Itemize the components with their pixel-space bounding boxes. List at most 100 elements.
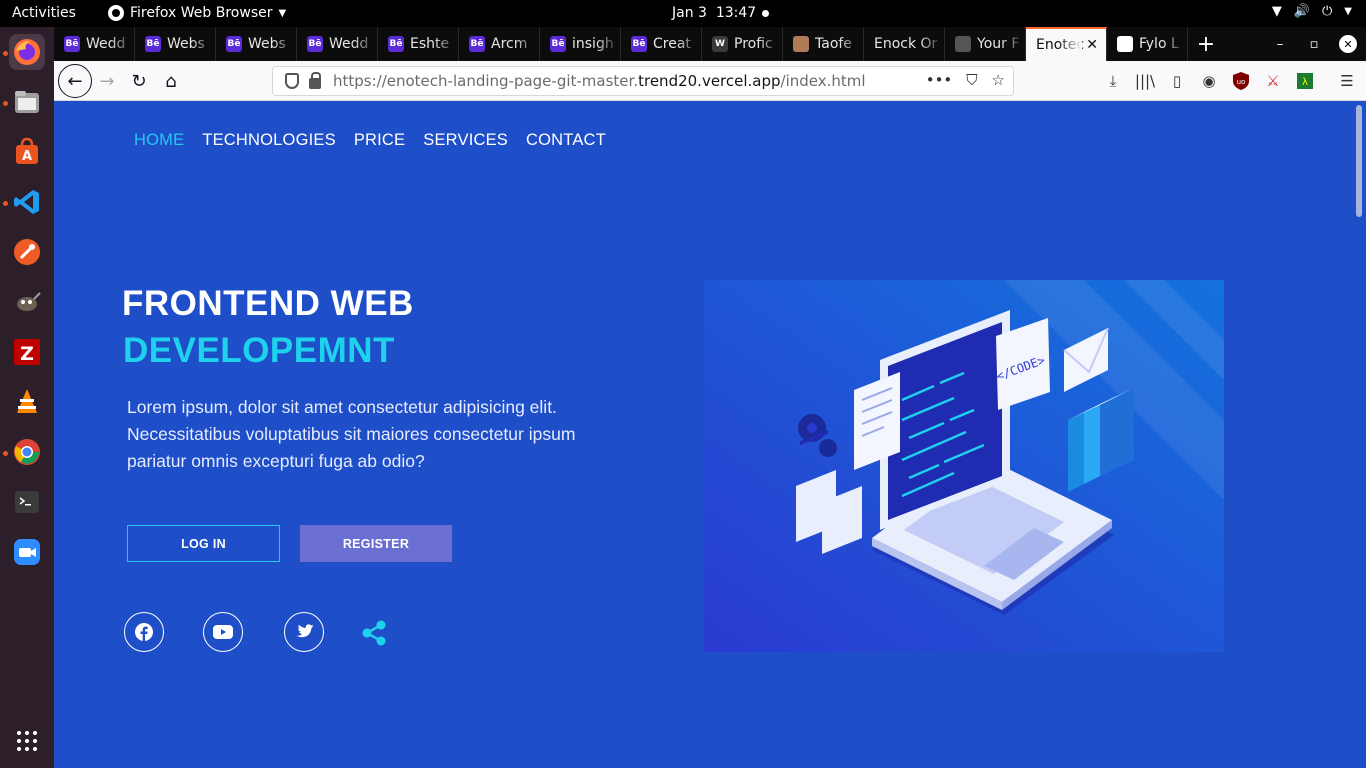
register-button[interactable]: REGISTER — [300, 525, 452, 562]
dock-files[interactable] — [9, 84, 45, 120]
tab-favicon-icon: Bē — [469, 36, 485, 52]
tracking-shield-icon[interactable] — [285, 73, 299, 89]
dock-chrome[interactable] — [9, 434, 45, 470]
system-tray[interactable]: ▼ 🔊 ⏻ ▼ — [1272, 4, 1352, 19]
youtube-link[interactable] — [203, 612, 243, 652]
browser-tab[interactable]: Enock Or — [864, 27, 945, 61]
login-button[interactable]: LOG IN — [127, 525, 280, 562]
back-button[interactable]: ← — [58, 64, 92, 98]
dock-software[interactable]: A — [9, 134, 45, 170]
facebook-icon — [135, 623, 153, 641]
tab-label: insigh — [572, 36, 614, 52]
app-menu[interactable]: Firefox Web Browser ▼ — [108, 5, 286, 21]
nav-technologies[interactable]: TECHNOLOGIES — [202, 131, 336, 150]
tab-favicon-icon — [955, 36, 971, 52]
tab-favicon-icon: Bē — [388, 36, 404, 52]
dock-gimp[interactable] — [9, 284, 45, 320]
extension-button-2[interactable]: λ — [1294, 70, 1316, 92]
chevron-down-icon: ▼ — [278, 7, 287, 19]
nav-services[interactable]: SERVICES — [423, 131, 508, 150]
svg-text:Z: Z — [20, 343, 34, 365]
downloads-button[interactable]: ⤓ — [1102, 70, 1124, 92]
chevron-down-icon: ▼ — [1344, 6, 1352, 17]
extension-button[interactable]: ⚔ — [1262, 70, 1284, 92]
facebook-link[interactable] — [124, 612, 164, 652]
new-tab-button[interactable]: + — [1188, 27, 1224, 61]
sidebar-button[interactable]: ▯ — [1166, 70, 1188, 92]
hamburger-icon: ☰ — [1340, 72, 1354, 90]
nav-home[interactable]: HOME — [134, 131, 184, 150]
browser-tab[interactable]: Fylo L — [1107, 27, 1188, 61]
scrollbar-thumb[interactable] — [1356, 105, 1362, 217]
close-window-button[interactable]: ✕ — [1331, 27, 1365, 61]
browser-tab[interactable]: Bē Webs — [216, 27, 297, 61]
browser-tab[interactable]: W Profic — [702, 27, 783, 61]
clock[interactable]: Jan 3 13:47 — [672, 5, 756, 21]
tab-label: Taofe — [815, 36, 852, 52]
zoom-icon — [14, 539, 40, 565]
arrow-right-icon: → — [99, 70, 115, 92]
activities-button[interactable]: Activities — [12, 5, 76, 21]
dock-vlc[interactable] — [9, 384, 45, 420]
navigation-toolbar: ← → ↻ ⌂ https://enotech-landing-page-git… — [54, 61, 1366, 101]
dock-firefox[interactable] — [9, 34, 45, 70]
browser-tab[interactable]: Bē Eshte — [378, 27, 459, 61]
nav-price[interactable]: PRICE — [354, 131, 405, 150]
browser-tab[interactable]: Bē Wedd — [297, 27, 378, 61]
browser-tab[interactable]: Bē Arcm — [459, 27, 540, 61]
page-actions-icon[interactable]: ••• — [926, 71, 953, 89]
tab-favicon-icon: Bē — [307, 36, 323, 52]
tab-strip: Bē Wedd Bē Webs Bē Webs Bē Wedd Bē Eshte Bē Arcm Bē i… — [54, 27, 1366, 61]
url-path: /index.html — [780, 72, 866, 90]
dock-postman[interactable] — [9, 234, 45, 270]
running-indicator — [3, 51, 8, 56]
tab-label: Enock Or — [874, 36, 938, 52]
tabs-container: Bē Wedd Bē Webs Bē Webs Bē Wedd Bē Eshte Bē Arcm Bē i… — [54, 27, 1188, 61]
browser-tab[interactable]: Bē Webs — [135, 27, 216, 61]
browser-tab[interactable]: Bē Wedd — [54, 27, 135, 61]
minimize-button[interactable]: – — [1263, 27, 1297, 61]
ublock-button[interactable]: uo — [1230, 70, 1252, 92]
share-icon — [362, 620, 386, 646]
software-center-icon: A — [16, 137, 38, 164]
tab-favicon-icon: Bē — [550, 36, 566, 52]
close-icon: ✕ — [1339, 35, 1357, 53]
browser-tab[interactable]: Enotec ✕ — [1026, 27, 1107, 61]
dock-filezilla[interactable]: Z — [9, 334, 45, 370]
close-tab-icon[interactable]: ✕ — [1086, 37, 1098, 53]
dock-zoom[interactable] — [9, 534, 45, 570]
show-applications-button[interactable] — [9, 723, 45, 759]
pocket-icon[interactable]: ⛉ — [966, 71, 977, 89]
running-indicator — [3, 101, 8, 106]
forward-button[interactable]: → — [92, 67, 122, 95]
reload-button[interactable]: ↻ — [124, 67, 154, 95]
menu-button[interactable]: ☰ — [1336, 70, 1358, 92]
home-button[interactable]: ⌂ — [156, 67, 186, 95]
files-icon — [15, 91, 39, 113]
share-link[interactable] — [362, 620, 386, 651]
dock-vscode[interactable] — [9, 184, 45, 220]
browser-tab[interactable]: Taofe — [783, 27, 864, 61]
tab-label: Profic — [734, 36, 773, 52]
hero-description: Lorem ipsum, dolor sit amet consectetur … — [127, 397, 576, 471]
download-icon: ⤓ — [1109, 72, 1117, 90]
firefox-icon — [14, 39, 40, 65]
lock-icon[interactable] — [309, 71, 321, 89]
system-top-bar: Activities Firefox Web Browser ▼ Jan 3 1… — [0, 0, 1366, 27]
browser-tab[interactable]: Bē Creat — [621, 27, 702, 61]
landing-page: HOME TECHNOLOGIES PRICE SERVICES CONTACT… — [54, 101, 1352, 768]
browser-tab[interactable]: Bē insigh — [540, 27, 621, 61]
bookmark-star-icon[interactable]: ☆ — [992, 71, 1005, 89]
url-bar[interactable]: https://enotech-landing-page-git-master.… — [272, 66, 1014, 96]
nav-contact[interactable]: CONTACT — [526, 131, 606, 150]
dock-terminal[interactable] — [9, 484, 45, 520]
maximize-button[interactable]: ▫ — [1297, 27, 1331, 61]
account-button[interactable]: ◉ — [1198, 70, 1220, 92]
twitter-link[interactable] — [284, 612, 324, 652]
page-scrollbar[interactable] — [1352, 101, 1366, 768]
dock: A Z — [0, 27, 54, 768]
browser-tab[interactable]: Your F — [945, 27, 1026, 61]
library-button[interactable]: |||\ — [1134, 70, 1156, 92]
clock-date: Jan 3 — [672, 5, 707, 21]
hero-title-line2: DEVELOPEMNT — [123, 331, 395, 370]
